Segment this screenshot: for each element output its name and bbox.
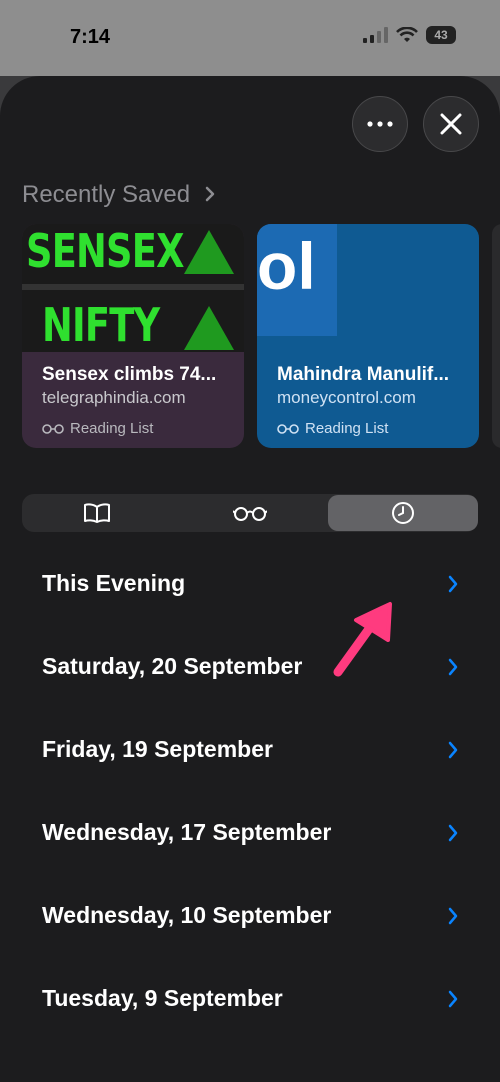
card-domain: moneycontrol.com — [277, 388, 416, 407]
recently-saved-header[interactable]: Recently Saved — [22, 181, 215, 209]
wifi-icon — [396, 27, 418, 42]
up-triangle-icon — [184, 230, 234, 274]
close-button[interactable] — [423, 96, 479, 152]
tab-bookmarks[interactable] — [22, 494, 172, 532]
chevron-right-icon — [448, 741, 458, 758]
history-row[interactable]: Wednesday, 17 September — [0, 791, 500, 874]
chevron-right-icon — [448, 575, 458, 592]
annotation-arrow-icon — [333, 602, 392, 677]
tab-history[interactable] — [328, 495, 478, 531]
history-row[interactable]: Friday, 19 September — [0, 708, 500, 791]
card-tag: Reading List — [277, 420, 388, 437]
segmented-control — [22, 494, 478, 532]
chevron-right-icon — [448, 824, 458, 841]
status-time: 7:14 — [70, 26, 111, 48]
history-row-label: Friday, 19 September — [42, 736, 273, 762]
battery-icon: 43 — [426, 26, 456, 44]
thumb-word-nifty: NIFTY — [42, 298, 160, 352]
history-row[interactable]: This Evening — [0, 542, 500, 625]
tab-reading-list[interactable] — [175, 494, 325, 532]
card-title: Sensex climbs 74... — [42, 364, 217, 385]
card-domain: telegraphindia.com — [42, 388, 186, 407]
thumb-word-sensex: SENSEX — [26, 224, 184, 278]
history-row-label: Saturday, 20 September — [42, 653, 303, 679]
reading-list-icon — [277, 423, 299, 434]
history-row-label: This Evening — [42, 570, 186, 596]
card-thumbnail: SENSEX NIFTY — [22, 224, 244, 352]
history-row-label: Wednesday, 10 September — [42, 902, 332, 928]
saved-card-mahindra[interactable]: ol Mahindra Manulif... moneycontrol.com … — [257, 224, 479, 448]
history-row-label: Wednesday, 17 September — [42, 819, 332, 845]
card-tag-label: Reading List — [305, 420, 389, 437]
history-row[interactable]: Tuesday, 9 September — [0, 957, 500, 1040]
reading-list-icon — [233, 507, 267, 521]
history-list: This Evening Saturday, 20 September Frid… — [0, 542, 500, 1040]
chevron-right-icon — [448, 990, 458, 1007]
reading-list-icon — [42, 423, 64, 434]
recently-saved-title: Recently Saved — [22, 181, 191, 208]
cellular-signal-icon — [363, 27, 388, 43]
card-tag: Reading List — [42, 420, 153, 437]
bookmarks-sheet: Recently Saved SENSEX NIFTY Sensex climb… — [0, 76, 500, 1082]
chevron-right-icon — [448, 907, 458, 924]
card-title: Mahindra Manulif... — [277, 364, 450, 385]
ellipsis-icon — [367, 121, 393, 127]
close-icon — [440, 113, 462, 135]
up-triangle-icon — [184, 306, 234, 350]
thumb-divider — [22, 284, 244, 290]
saved-card-partial[interactable] — [492, 224, 500, 448]
history-row[interactable]: Wednesday, 10 September — [0, 874, 500, 957]
saved-card-sensex[interactable]: SENSEX NIFTY Sensex climbs 74... telegra… — [22, 224, 244, 448]
card-tag-label: Reading List — [70, 420, 154, 437]
chevron-right-icon — [205, 186, 215, 202]
more-button[interactable] — [352, 96, 408, 152]
card-thumbnail: ol — [257, 224, 337, 336]
thumb-logo-text: ol — [257, 229, 316, 303]
bookmarks-icon — [84, 503, 110, 523]
status-icons: 43 — [363, 26, 456, 44]
history-row[interactable]: Saturday, 20 September — [0, 625, 500, 708]
history-row-label: Tuesday, 9 September — [42, 985, 283, 1011]
status-bar: 7:14 43 — [0, 0, 500, 76]
history-icon — [392, 502, 414, 524]
chevron-right-icon — [448, 658, 458, 675]
